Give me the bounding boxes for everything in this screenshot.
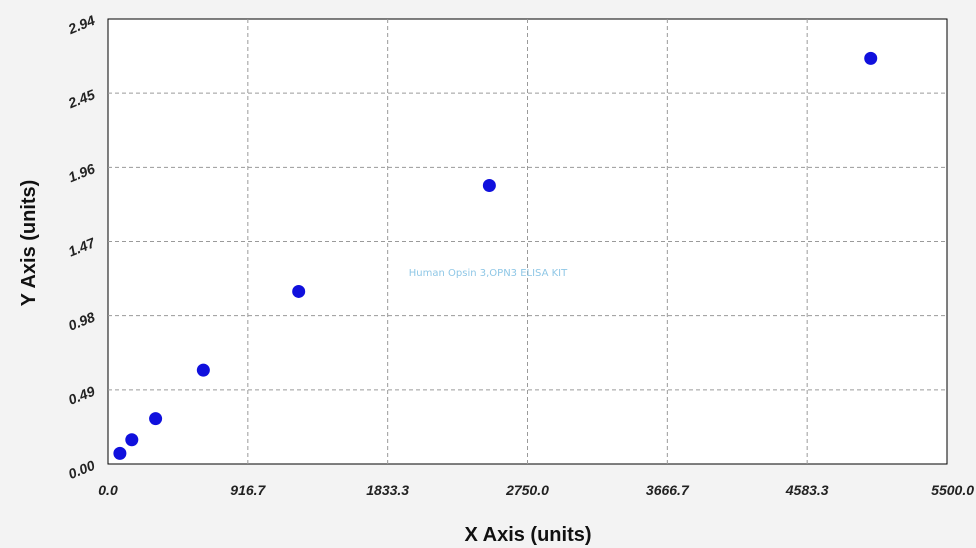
data-point — [864, 51, 878, 65]
x-tick-label: 0.0 — [98, 482, 118, 498]
x-tick-labels: 0.0 916.7 1833.3 2750.0 3666.7 4583.3 5500.0 — [98, 482, 974, 498]
data-point — [292, 284, 306, 298]
y-tick-label: 1.47 — [66, 234, 98, 259]
x-tick-label: 5500.0 — [931, 482, 974, 498]
data-point — [149, 412, 163, 426]
x-axis-title: X Axis (units) — [464, 524, 591, 546]
y-tick-label: 0.98 — [66, 309, 97, 334]
y-tick-label: 0.00 — [66, 457, 97, 482]
x-tick-label: 2750.0 — [505, 482, 549, 498]
x-tick-label: 3666.7 — [646, 482, 690, 498]
data-point — [196, 363, 210, 377]
x-tick-label: 1833.3 — [366, 482, 409, 498]
y-tick-label: 2.94 — [65, 12, 97, 37]
data-point — [113, 446, 127, 460]
y-tick-labels: 0.00 0.49 0.98 1.47 1.96 2.45 2.94 — [65, 12, 98, 482]
y-tick-label: 2.45 — [65, 86, 97, 111]
x-tick-label: 916.7 — [230, 482, 266, 498]
y-tick-label: 0.49 — [66, 383, 97, 408]
watermark-text: Human Opsin 3,OPN3 ELISA KIT — [409, 268, 568, 279]
y-tick-label: 1.96 — [66, 160, 97, 185]
data-point — [482, 178, 496, 192]
data-point — [125, 433, 139, 447]
x-tick-label: 4583.3 — [785, 482, 829, 498]
scatter-chart: 0.0 916.7 1833.3 2750.0 3666.7 4583.3 5500.0 0… — [18, 12, 974, 546]
y-axis-title: Y Axis (units) — [18, 180, 40, 307]
